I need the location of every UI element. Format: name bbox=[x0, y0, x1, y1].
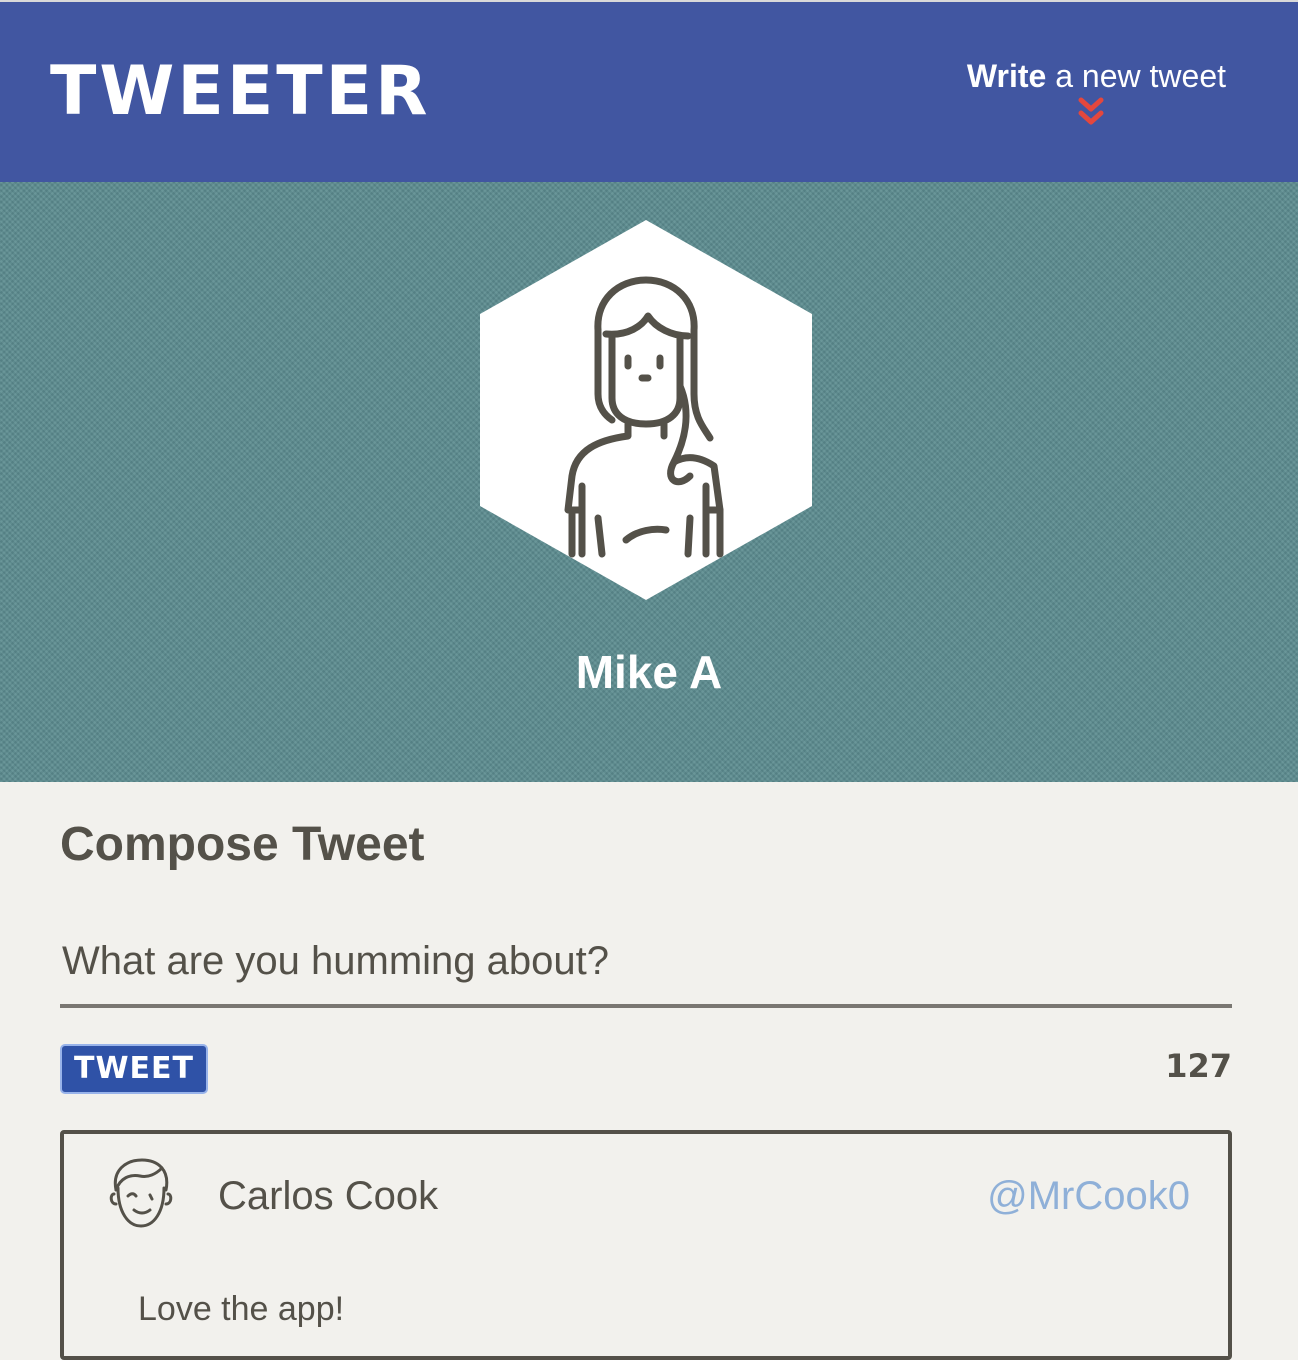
tweet-input[interactable] bbox=[60, 918, 1232, 1008]
top-nav-bar: TWEETER Write a new tweet bbox=[0, 0, 1298, 182]
woman-avatar-icon bbox=[480, 220, 812, 600]
profile-name: Mike A bbox=[575, 646, 723, 698]
write-new-tweet-link[interactable]: Write a new tweet bbox=[967, 56, 1226, 96]
tweet-text: Love the app! bbox=[138, 1290, 345, 1328]
tweet-author-handle[interactable]: @MrCook0 bbox=[987, 1172, 1190, 1220]
tweet-card: Carlos Cook @MrCook0 Love the app! bbox=[60, 1130, 1232, 1360]
compose-title: Compose Tweet bbox=[60, 818, 425, 871]
write-link-rest: a new tweet bbox=[1046, 58, 1226, 94]
character-counter: 127 bbox=[1165, 1047, 1232, 1085]
app-logo[interactable]: TWEETER bbox=[50, 52, 431, 132]
profile-banner: Mike A bbox=[0, 182, 1298, 782]
man-avatar-icon bbox=[109, 1158, 173, 1228]
write-link-bold: Write bbox=[966, 58, 1047, 94]
double-chevron-down-icon[interactable] bbox=[1077, 97, 1105, 127]
tweet-author-name: Carlos Cook bbox=[218, 1174, 439, 1218]
tweet-submit-button[interactable]: TWEET bbox=[60, 1044, 208, 1094]
